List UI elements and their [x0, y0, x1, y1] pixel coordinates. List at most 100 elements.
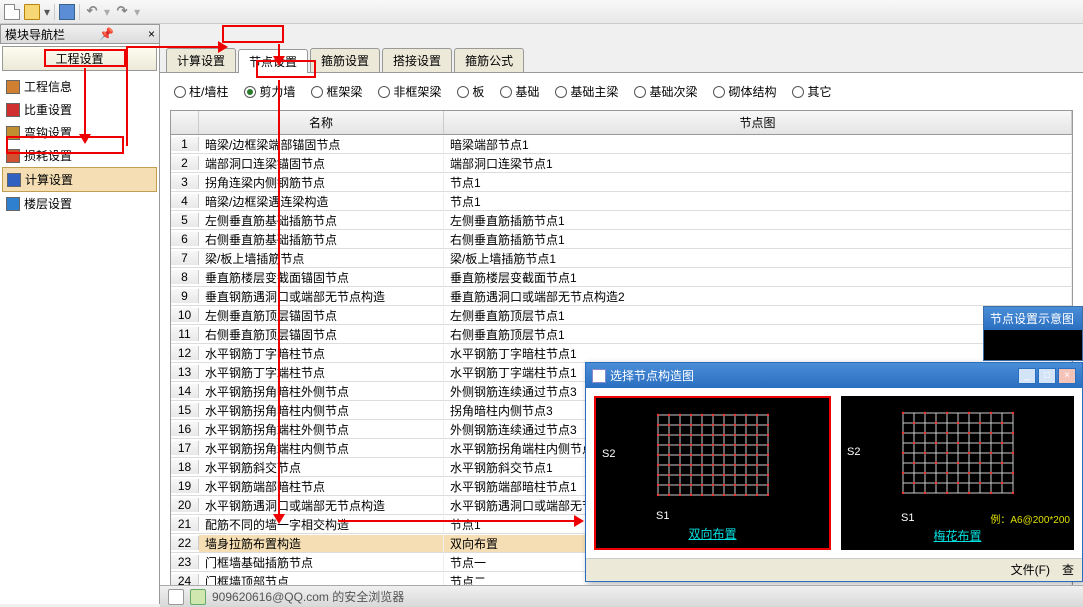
sidebar-group[interactable]: 工程设置 [2, 46, 157, 71]
preview-body [984, 330, 1082, 360]
tab-4[interactable]: 箍筋公式 [454, 48, 524, 72]
close-button[interactable]: × [1058, 368, 1076, 384]
row-num: 16 [171, 422, 199, 436]
undo-icon[interactable]: ↶ [84, 4, 100, 20]
row-num: 14 [171, 384, 199, 398]
option-card-1[interactable]: S2 S1 例：A6@200*200 梅花布置 [841, 396, 1074, 550]
row-num: 12 [171, 346, 199, 360]
sidebar-item-0[interactable]: 工程信息 [2, 75, 157, 98]
radio-0[interactable]: 柱/墙柱 [174, 83, 228, 100]
radio-icon [174, 86, 186, 98]
axis-s1: S1 [656, 510, 669, 522]
maximize-button[interactable]: □ [1038, 368, 1056, 384]
row-num: 9 [171, 289, 199, 303]
taskbar-icon-2[interactable] [190, 589, 206, 605]
table-row[interactable]: 7梁/板上墙插筋节点梁/板上墙插筋节点1 [171, 249, 1072, 268]
radio-label: 非框架梁 [393, 83, 441, 100]
sidebar-item-2[interactable]: 弯钩设置 [2, 121, 157, 144]
radio-9[interactable]: 其它 [792, 83, 831, 100]
row-num: 18 [171, 460, 199, 474]
row-node: 右侧垂直筋顶层节点1 [444, 326, 1072, 343]
table-row[interactable]: 2端部洞口连梁锚固节点端部洞口连梁节点1 [171, 154, 1072, 173]
save-icon[interactable] [59, 4, 75, 20]
status-find[interactable]: 查 [1062, 561, 1074, 578]
table-row[interactable]: 8垂直筋楼层变截面锚固节点垂直筋楼层变截面节点1 [171, 268, 1072, 287]
nav-title: 模块导航栏 [5, 26, 65, 43]
row-name: 暗梁/边框梁遇连梁构造 [199, 193, 444, 210]
col-node: 节点图 [444, 111, 1072, 134]
row-node: 右侧垂直筋插筋节点1 [444, 231, 1072, 248]
table-row[interactable]: 1暗梁/边框梁端部锚固节点暗梁端部节点1 [171, 135, 1072, 154]
grid-icon [648, 410, 778, 510]
radio-icon [555, 86, 567, 98]
sidebar-item-4[interactable]: 计算设置 [2, 167, 157, 192]
radio-label: 其它 [807, 83, 831, 100]
tab-0[interactable]: 计算设置 [166, 48, 236, 72]
tab-1[interactable]: 节点设置 [238, 49, 308, 73]
row-num: 7 [171, 251, 199, 265]
table-row[interactable]: 6右侧垂直筋基础插筋节点右侧垂直筋插筋节点1 [171, 230, 1072, 249]
option-note: 例：A6@200*200 [990, 511, 1070, 526]
radio-icon [634, 86, 646, 98]
radio-icon [378, 86, 390, 98]
sidebar-item-5[interactable]: 楼层设置 [2, 192, 157, 215]
status-file[interactable]: 文件(F) [1011, 561, 1050, 578]
option-label[interactable]: 双向布置 [688, 525, 736, 542]
table-row[interactable]: 3拐角连梁内侧钢筋节点节点1 [171, 173, 1072, 192]
row-node: 垂直筋遇洞口或端部无节点构造2 [444, 288, 1072, 305]
preview-title: 节点设置示意图 [984, 307, 1082, 330]
sidebar-item-3[interactable]: 损耗设置 [2, 144, 157, 167]
radio-6[interactable]: 基础主梁 [555, 83, 618, 100]
close-nav-icon[interactable]: × [148, 27, 155, 41]
radio-5[interactable]: 基础 [500, 83, 539, 100]
radio-4[interactable]: 板 [457, 83, 484, 100]
row-num: 8 [171, 270, 199, 284]
axis-s1: S1 [901, 512, 914, 524]
table-row[interactable]: 11右侧垂直筋顶层锚固节点右侧垂直筋顶层节点1 [171, 325, 1072, 344]
redo-icon[interactable]: ↷ [114, 4, 130, 20]
radio-2[interactable]: 框架梁 [311, 83, 362, 100]
row-node: 垂直筋楼层变截面节点1 [444, 269, 1072, 286]
axis-s2: S2 [602, 448, 615, 460]
tab-2[interactable]: 箍筋设置 [310, 48, 380, 72]
option-label[interactable]: 梅花布置 [933, 527, 981, 544]
sidebar-item-label: 楼层设置 [24, 195, 72, 212]
radio-3[interactable]: 非框架梁 [378, 83, 441, 100]
table-row[interactable]: 10左侧垂直筋顶层锚固节点左侧垂直筋顶层节点1 [171, 306, 1072, 325]
dialog-status: 文件(F) 查 [586, 558, 1082, 580]
pin-icon[interactable]: 📌 [99, 27, 114, 41]
sidebar-item-1[interactable]: 比重设置 [2, 98, 157, 121]
row-num: 11 [171, 327, 199, 341]
radio-icon [500, 86, 512, 98]
radio-8[interactable]: 砌体结构 [713, 83, 776, 100]
table-row[interactable]: 4暗梁/边框梁遇连梁构造节点1 [171, 192, 1072, 211]
open-icon[interactable] [24, 4, 40, 20]
radio-1[interactable]: 剪力墙 [244, 83, 295, 100]
radio-label: 基础 [515, 83, 539, 100]
dialog-titlebar[interactable]: 选择节点构造图 _ □ × [586, 363, 1082, 388]
taskbar-item[interactable]: 909620616@QQ.com 的安全浏览器 [212, 588, 404, 605]
option-card-0[interactable]: S2 S1 双向布置 [594, 396, 831, 550]
row-name: 墙身拉筋布置构造 [199, 535, 444, 552]
sidebar-item-label: 损耗设置 [24, 147, 72, 164]
minimize-button[interactable]: _ [1018, 368, 1036, 384]
radio-icon [244, 86, 256, 98]
table-row[interactable]: 5左侧垂直筋基础插筋节点左侧垂直筋插筋节点1 [171, 211, 1072, 230]
radio-icon [311, 86, 323, 98]
row-num: 2 [171, 156, 199, 170]
radio-label: 柱/墙柱 [189, 83, 228, 100]
radio-7[interactable]: 基础次梁 [634, 83, 697, 100]
sidebar-icon [6, 126, 20, 140]
new-icon[interactable] [4, 4, 20, 20]
row-name: 水平钢筋丁字暗柱节点 [199, 345, 444, 362]
row-name: 暗梁/边框梁端部锚固节点 [199, 136, 444, 153]
table-row[interactable]: 9垂直钢筋遇洞口或端部无节点构造垂直筋遇洞口或端部无节点构造2 [171, 287, 1072, 306]
tab-3[interactable]: 搭接设置 [382, 48, 452, 72]
row-name: 右侧垂直筋基础插筋节点 [199, 231, 444, 248]
select-node-dialog: 选择节点构造图 _ □ × S2 S1 双向布置 S2 S1 例：A6@200*… [585, 362, 1083, 582]
taskbar-icon[interactable] [168, 589, 184, 605]
row-num: 10 [171, 308, 199, 322]
table-row[interactable]: 12水平钢筋丁字暗柱节点水平钢筋丁字暗柱节点1 [171, 344, 1072, 363]
row-name: 端部洞口连梁锚固节点 [199, 155, 444, 172]
row-num: 23 [171, 555, 199, 569]
